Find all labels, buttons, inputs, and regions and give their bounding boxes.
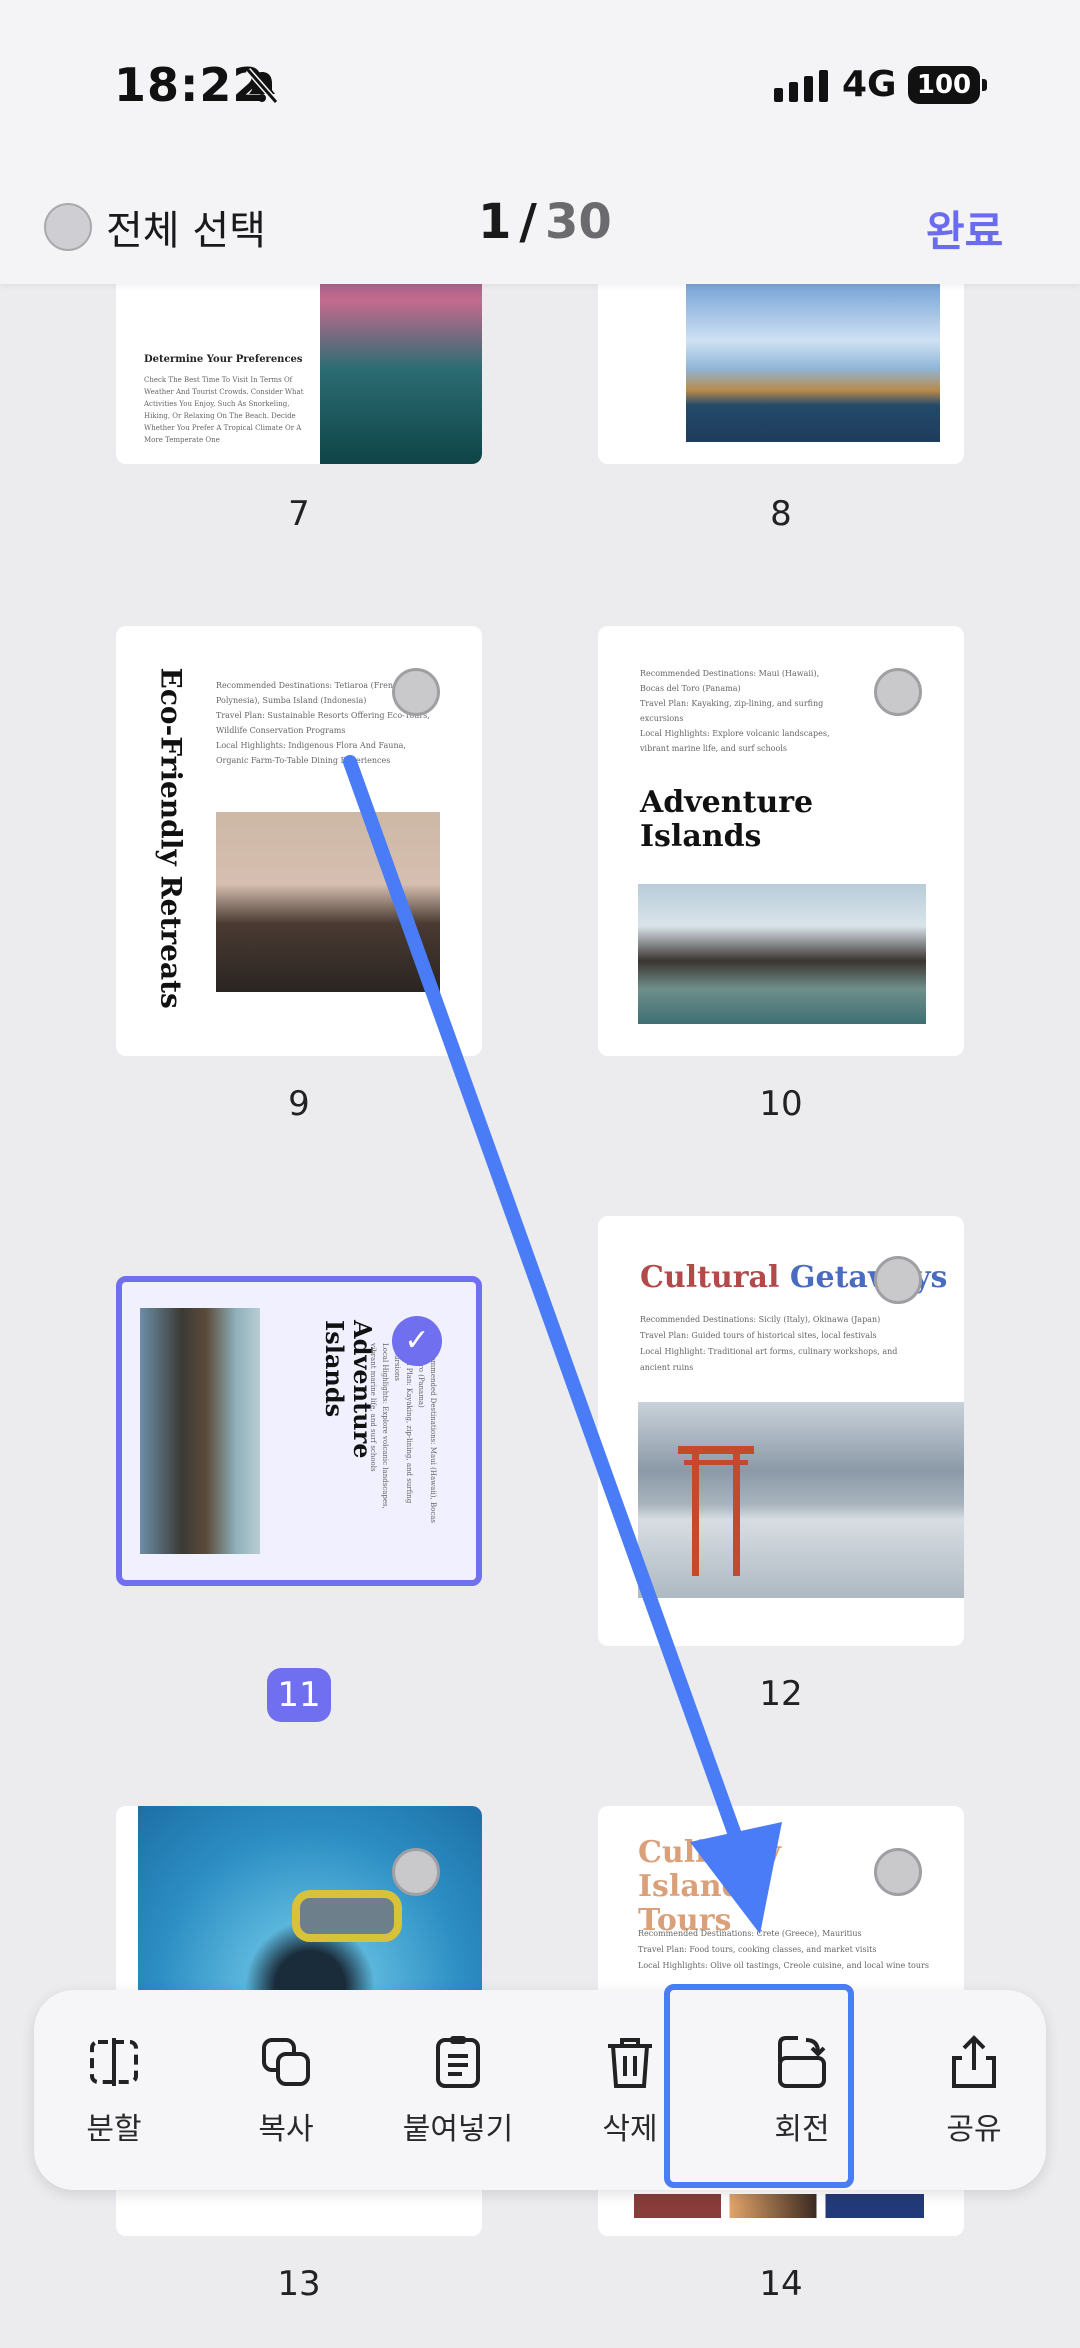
page-12-title-a: Cultural bbox=[640, 1260, 780, 1295]
delete-button[interactable]: 삭제 bbox=[550, 2032, 710, 2148]
copy-icon bbox=[262, 2038, 310, 2086]
select-all-toggle[interactable]: 전체 선택 bbox=[44, 198, 266, 256]
page-10-body: Recommended Destinations: Maui (Hawaii),… bbox=[640, 669, 830, 753]
rotate-icon bbox=[778, 2036, 826, 2088]
page-14-photo bbox=[634, 2194, 924, 2218]
page-13-mask bbox=[292, 1890, 402, 1942]
trash-icon bbox=[608, 2038, 652, 2088]
split-icon bbox=[90, 2038, 138, 2086]
bell-muted-icon bbox=[245, 68, 279, 104]
share-label: 공유 bbox=[946, 2112, 1002, 2147]
page-10-title: Adventure Islands bbox=[640, 785, 814, 854]
share-button[interactable]: 공유 bbox=[894, 2032, 1054, 2148]
page-label-11-badge: 11 bbox=[267, 1668, 331, 1722]
bottom-toolbar: 분할 복사 붙여넣기 삭제 회전 공유 bbox=[34, 1990, 1046, 2190]
page-label-12: 12 bbox=[759, 1674, 803, 1714]
page-12-select-circle[interactable] bbox=[874, 1256, 922, 1304]
paste-label: 붙여넣기 bbox=[402, 2112, 514, 2147]
rotate-button[interactable]: 회전 bbox=[722, 2032, 882, 2148]
page-label-7: 7 bbox=[288, 494, 310, 534]
page-label-14: 14 bbox=[759, 2264, 803, 2304]
page-label-9: 9 bbox=[288, 1084, 310, 1124]
page-7-heading: Determine Your Preferences bbox=[144, 354, 303, 365]
page-thumbnail-11-selected[interactable]: Adventure Islands Recommended Destinatio… bbox=[116, 1276, 482, 1586]
current-page: 1 bbox=[478, 194, 512, 250]
split-button[interactable]: 분할 bbox=[34, 2032, 194, 2148]
battery-icon: 100 bbox=[908, 66, 987, 104]
network-type: 4G bbox=[842, 64, 897, 105]
page-9-select-circle[interactable] bbox=[392, 668, 440, 716]
page-label-13: 13 bbox=[277, 2264, 321, 2304]
page-thumbnail-10[interactable]: Recommended Destinations: Maui (Hawaii),… bbox=[598, 626, 964, 1056]
page-12-torii bbox=[678, 1446, 754, 1576]
done-button[interactable]: 완료 bbox=[926, 198, 1003, 259]
top-bar: 18:22 4G 100 전체 선택 1 / 30 완료 bbox=[0, 0, 1080, 284]
rotate-label: 회전 bbox=[774, 2112, 830, 2147]
select-all-label: 전체 선택 bbox=[106, 208, 266, 254]
copy-button[interactable]: 복사 bbox=[206, 2032, 366, 2148]
page-separator: / bbox=[519, 194, 537, 250]
page-14-title: Culinary Island Tours bbox=[638, 1836, 838, 1938]
split-label: 분할 bbox=[86, 2112, 142, 2147]
paste-button[interactable]: 붙여넣기 bbox=[378, 2032, 538, 2148]
page-thumbnail-9[interactable]: Eco-Friendly Retreats Recommended Destin… bbox=[116, 626, 482, 1056]
page-7-body: Check The Best Time To Visit In Terms Of… bbox=[144, 376, 304, 444]
page-14-body: Recommended Destinations: Crete (Greece)… bbox=[638, 1929, 929, 1970]
paste-icon bbox=[436, 2036, 480, 2088]
page-label-10: 10 bbox=[759, 1084, 803, 1124]
page-9-title: Eco-Friendly Retreats bbox=[154, 667, 188, 1009]
page-14-select-circle[interactable] bbox=[874, 1848, 922, 1896]
page-14-title-a: Culinary bbox=[638, 1835, 781, 1870]
select-all-circle-icon[interactable] bbox=[44, 203, 92, 251]
page-11-check-icon[interactable]: ✓ bbox=[392, 1316, 442, 1366]
page-label-8: 8 bbox=[770, 494, 792, 534]
page-12-body: Recommended Destinations: Sicily (Italy)… bbox=[640, 1315, 898, 1372]
page-10-photo bbox=[638, 884, 926, 1024]
share-icon bbox=[952, 2035, 996, 2088]
page-10-select-circle[interactable] bbox=[874, 668, 922, 716]
page-thumbnail-12[interactable]: Cultural Getaways Recommended Destinatio… bbox=[598, 1216, 964, 1646]
page-9-photo bbox=[216, 812, 440, 992]
signal-icon bbox=[774, 70, 828, 102]
page-11-photo bbox=[140, 1308, 260, 1554]
total-pages: 30 bbox=[544, 194, 612, 250]
page-counter: 1 / 30 bbox=[478, 194, 612, 250]
page-11-body: Recommended Destinations: Maui (Hawaii),… bbox=[369, 1343, 437, 1524]
page-13-select-circle[interactable] bbox=[392, 1848, 440, 1896]
copy-label: 복사 bbox=[258, 2112, 314, 2147]
page-12-title-b: Getaways bbox=[789, 1260, 948, 1295]
page-8-photo bbox=[686, 258, 940, 442]
delete-label: 삭제 bbox=[602, 2112, 658, 2147]
